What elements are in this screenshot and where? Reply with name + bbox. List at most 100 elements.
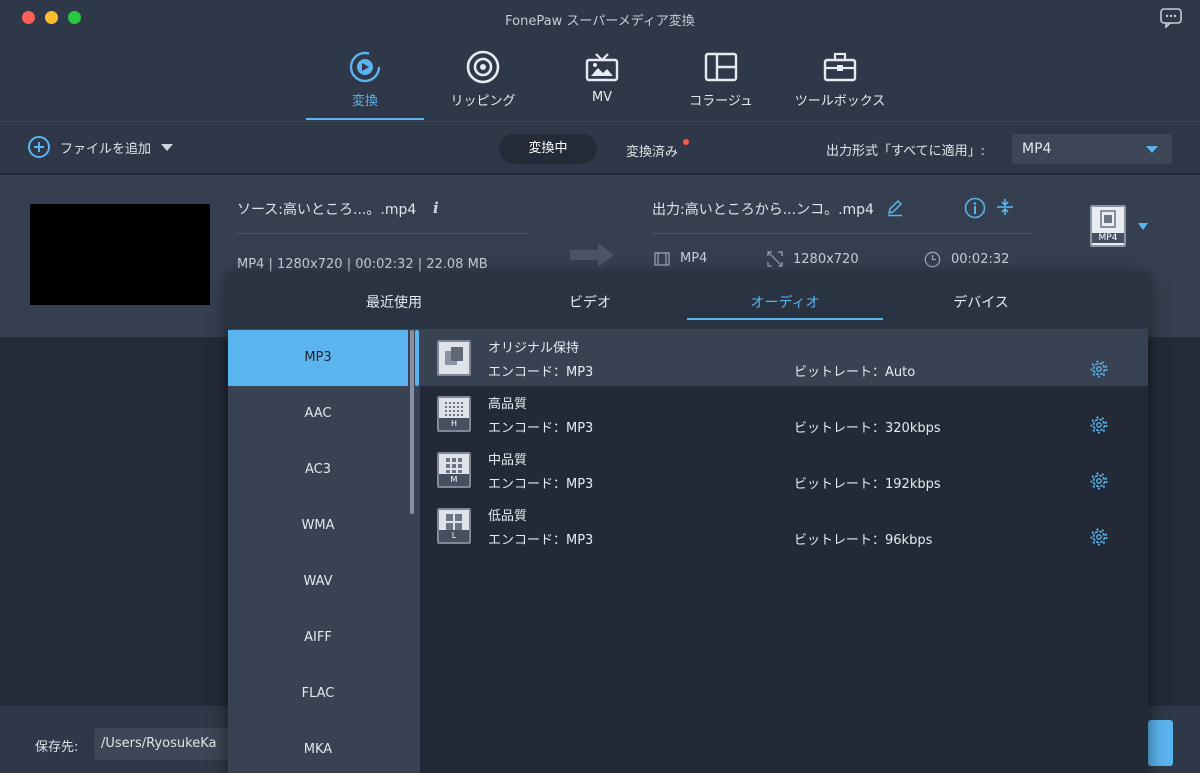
compress-icon[interactable] (996, 198, 1014, 216)
expand-icon (767, 251, 783, 267)
chevron-down-icon[interactable] (161, 143, 174, 151)
tab-converting[interactable]: 変換中 (499, 134, 597, 164)
collage-icon (704, 52, 738, 82)
gear-icon[interactable] (1090, 360, 1108, 378)
preset-high[interactable]: H 高品質 エンコード：MP3 ビットレート：320kbps (420, 386, 1148, 442)
output-format-text: MP4 (680, 251, 708, 266)
edit-icon[interactable] (886, 199, 904, 217)
preset-original[interactable]: オリジナル保持 エンコード：MP3 ビットレート：Auto (420, 330, 1148, 386)
preset-name: オリジナル保持 (488, 341, 580, 356)
title-bar: FonePaw スーパーメディア変換 (0, 0, 1200, 36)
tab-audio[interactable]: オーディオ (687, 292, 883, 312)
preset-selection-indicator (415, 330, 419, 386)
format-category-tabs: 最近使用 ビデオ オーディオ デバイス (228, 272, 1148, 330)
tab-device[interactable]: デバイス (883, 292, 1079, 312)
source-info-icon[interactable]: i (433, 199, 439, 217)
window-title: FonePaw スーパーメディア変換 (505, 14, 695, 29)
tab-video[interactable]: ビデオ (492, 292, 688, 312)
preset-name: 低品質 (488, 509, 528, 524)
film-icon (654, 251, 670, 266)
toolbar: ファイルを追加 変換中 変換済み 出力形式「すべてに適用」: MP4 (0, 122, 1200, 174)
chat-icon[interactable] (1160, 8, 1182, 28)
tab-mv-label: MV (591, 90, 613, 105)
preset-encode: エンコード：MP3 (488, 533, 594, 548)
divider (237, 233, 528, 234)
gear-icon[interactable] (1090, 472, 1108, 490)
output-format-select[interactable]: MP4 (1012, 134, 1172, 164)
preset-bitrate: ビットレート：96kbps (794, 533, 933, 548)
quality-badge: H (439, 418, 469, 430)
tab-collage-label: コラージュ (689, 94, 753, 109)
tab-toolbox-label: ツールボックス (794, 94, 886, 109)
clock-icon (924, 251, 941, 268)
tab-convert[interactable]: 変換 (306, 36, 424, 122)
output-resolution-meta: 1280x720 (767, 251, 859, 267)
save-path-field[interactable]: /Users/RyosukeKa (94, 728, 234, 760)
preset-encode: エンコード：MP3 (488, 477, 594, 492)
info-icon[interactable] (964, 197, 986, 219)
format-item-flac[interactable]: FLAC (228, 666, 408, 722)
preset-low[interactable]: L 低品質 エンコード：MP3 ビットレート：96kbps (420, 498, 1148, 554)
convert-all-button[interactable] (1148, 720, 1173, 766)
toolbox-icon (823, 52, 857, 82)
notification-dot (683, 139, 689, 145)
format-list-scrollbar[interactable] (410, 330, 414, 514)
plus-icon (28, 136, 50, 158)
film-icon (1100, 210, 1116, 228)
chevron-down-icon[interactable] (1138, 223, 1148, 230)
ripper-icon (466, 50, 500, 84)
preset-bitrate: ビットレート：320kbps (794, 421, 941, 436)
format-item-aiff[interactable]: AIFF (228, 610, 408, 666)
tab-ripper-label: リッピング (450, 94, 516, 109)
preset-encode: エンコード：MP3 (488, 421, 594, 436)
active-tab-indicator (687, 318, 883, 320)
format-item-aac[interactable]: AAC (228, 386, 408, 442)
add-file-label: ファイルを追加 (60, 141, 152, 157)
convert-icon (349, 51, 381, 83)
original-preset-icon (437, 340, 471, 376)
tab-ripper[interactable]: リッピング (424, 36, 542, 122)
add-file-button[interactable]: ファイルを追加 (28, 136, 174, 158)
preset-name: 高品質 (488, 397, 528, 412)
format-item-wma[interactable]: WMA (228, 498, 408, 554)
medium-quality-icon: M (437, 452, 471, 488)
tab-toolbox[interactable]: ツールボックス (781, 36, 899, 122)
format-badge-text: MP4 (1092, 233, 1124, 243)
save-location-label: 保存先: (35, 740, 79, 755)
format-item-mp3[interactable]: MP3 (228, 330, 408, 386)
output-duration-meta: 00:02:32 (924, 251, 1009, 268)
quality-badge: M (439, 474, 469, 486)
output-duration-text: 00:02:32 (951, 252, 1010, 267)
gear-icon[interactable] (1090, 416, 1108, 434)
preset-bitrate: ビットレート：192kbps (794, 477, 941, 492)
source-meta: MP4 | 1280x720 | 00:02:32 | 22.08 MB (237, 257, 488, 272)
gear-icon[interactable] (1090, 528, 1108, 546)
tab-mv[interactable]: MV (543, 36, 661, 122)
video-thumbnail[interactable] (30, 204, 210, 305)
output-filename: 出力:高いところから...ンコ。.mp4 (652, 202, 874, 218)
output-format-badge[interactable]: MP4 (1090, 205, 1126, 247)
preset-bitrate: ビットレート：Auto (794, 365, 916, 380)
tab-convert-label: 変換 (351, 94, 378, 109)
tab-recent[interactable]: 最近使用 (296, 292, 492, 312)
output-format-label: 出力形式「すべてに適用」: (826, 144, 985, 159)
preset-name: 中品質 (488, 453, 528, 468)
output-resolution-text: 1280x720 (793, 251, 859, 267)
preset-medium[interactable]: M 中品質 エンコード：MP3 ビットレート：192kbps (420, 442, 1148, 498)
tv-icon (585, 53, 619, 82)
output-format-value: MP4 (1022, 141, 1052, 157)
divider (652, 233, 1032, 234)
format-item-wav[interactable]: WAV (228, 554, 408, 610)
format-item-ac3[interactable]: AC3 (228, 442, 408, 498)
arrow-right-icon (570, 243, 614, 267)
tab-collage[interactable]: コラージュ (662, 36, 780, 122)
preset-encode: エンコード：MP3 (488, 365, 594, 380)
main-nav: 変換 リッピング MV コラージュ ツールボックス (0, 36, 1200, 122)
chevron-down-icon (1146, 146, 1158, 153)
source-filename: ソース:高いところ...。.mp4 (237, 202, 417, 218)
output-format-meta: MP4 (654, 251, 707, 266)
format-item-mka[interactable]: MKA (228, 722, 408, 773)
high-quality-icon: H (437, 396, 471, 432)
tab-converted[interactable]: 変換済み (626, 141, 678, 160)
audio-format-list: MP3 AAC AC3 WMA WAV AIFF FLAC MKA (228, 330, 420, 773)
